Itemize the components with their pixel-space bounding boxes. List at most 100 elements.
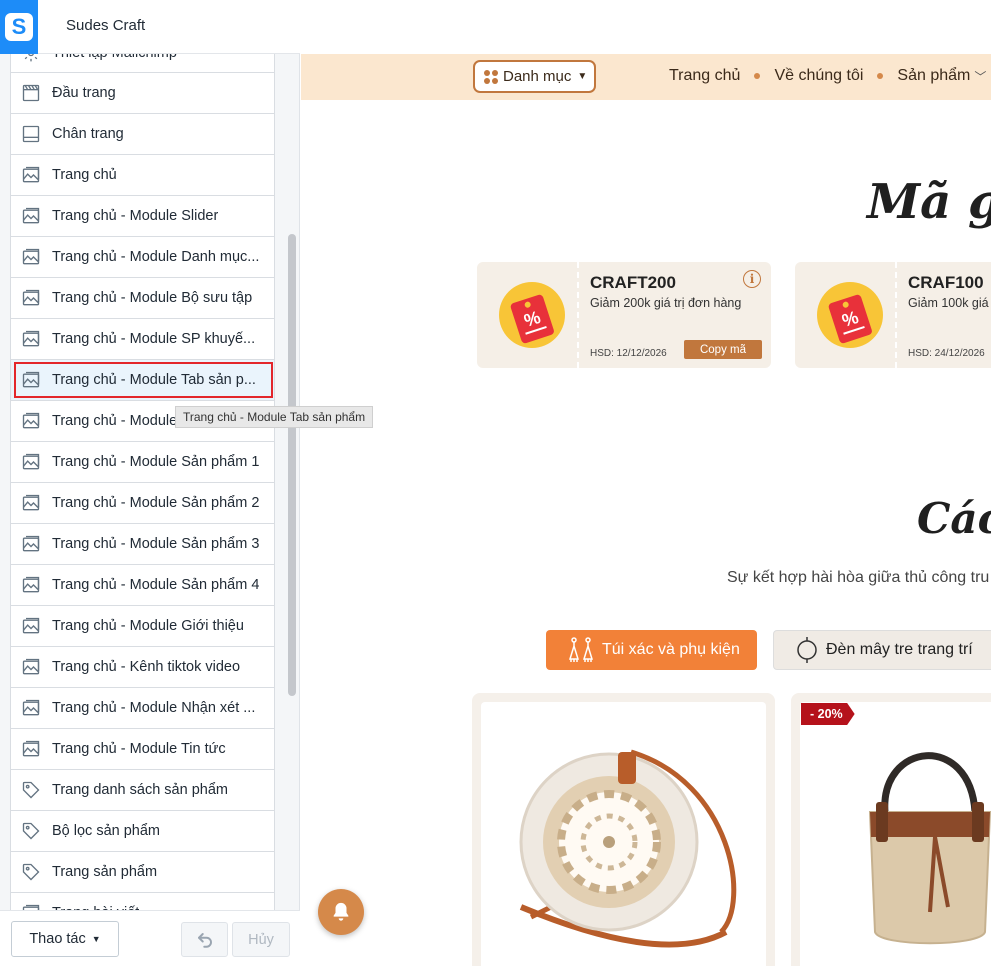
image-icon (20, 533, 42, 555)
image-icon (20, 656, 42, 678)
sidebar-item-label: Chân trang (52, 126, 124, 142)
actions-dropdown-button[interactable]: Thao tác ▼ (11, 921, 119, 957)
sidebar-item[interactable]: Đầu trang (10, 73, 275, 114)
header-layout-icon (20, 82, 42, 104)
tab-bags-accessories[interactable]: Túi xác và phụ kiện (546, 630, 757, 670)
sidebar-item[interactable]: Trang chủ - Module SP khuyế... (10, 319, 275, 360)
coupon-expiry: HSD: 12/12/2026 (590, 348, 667, 359)
tassel-earrings-icon (566, 637, 596, 663)
category-label: Danh mục (503, 68, 572, 85)
image-icon (20, 410, 42, 432)
app-root: Thiết lập MailchimpĐầu trangChân trangTr… (0, 0, 991, 966)
notification-bell-button[interactable] (318, 889, 364, 935)
sidebar-item-label: Trang chủ - Module Sản phẩm 3 (52, 536, 260, 552)
image-icon (20, 328, 42, 350)
sidebar-item-label: Trang chủ - Module Danh mục... (52, 249, 260, 265)
sidebar-item-label: Đầu trang (52, 85, 116, 101)
section-list-viewport: Thiết lập MailchimpĐầu trangChân trangTr… (10, 32, 275, 910)
sidebar-item-label: Trang danh sách sản phẩm (52, 782, 228, 798)
nav-link-about[interactable]: Về chúng tôi (774, 67, 863, 85)
image-icon (20, 492, 42, 514)
sidebar-footer: Thao tác ▼ Hủy (0, 910, 300, 966)
sidebar-item-label: Trang chủ - Module SP khuyế... (52, 331, 256, 347)
undo-button[interactable] (181, 922, 228, 957)
discount-tag-icon: % (817, 282, 883, 348)
sidebar-item[interactable]: Trang chủ - Module Sản phẩm 2 (10, 483, 275, 524)
sidebar-item[interactable]: Trang chủ - Module Sản phẩm 3 (10, 524, 275, 565)
tag-icon (20, 861, 42, 883)
image-icon (20, 246, 42, 268)
nav-link-products[interactable]: Sản phẩm (897, 67, 970, 85)
sidebar-item[interactable]: Trang chủ - Module Bộ sưu tập (10, 278, 275, 319)
sidebar-item[interactable]: Trang chủ - Module Nhận xét ... (10, 688, 275, 729)
discount-tag-icon: % (499, 282, 565, 348)
grid-dots-icon (484, 69, 498, 84)
scrollbar-thumb[interactable] (288, 234, 296, 696)
sidebar-item[interactable]: Bộ lọc sản phẩm (10, 811, 275, 852)
nav-separator-dot (877, 73, 884, 79)
product-image[interactable] (800, 702, 991, 966)
sidebar-item-label: Trang chủ - Module Giới thiệu (52, 618, 244, 634)
sidebar-item[interactable]: Trang danh sách sản phẩm (10, 770, 275, 811)
sidebar-item[interactable]: Trang chủ - Module Tab sản p... (10, 360, 275, 401)
main-navigation: Danh mục ▼ Trang chủ Về chúng tôi Sản ph… (301, 54, 991, 100)
nav-separator-dot (754, 73, 761, 79)
coupon-expiry: HSD: 24/12/2026 (908, 348, 985, 359)
sidebar-item[interactable]: Trang bài viết (10, 893, 275, 910)
category-menu-button[interactable]: Danh mục ▼ (473, 60, 596, 93)
tab-label: Đèn mây tre trang trí (826, 641, 973, 658)
image-icon (20, 451, 42, 473)
sidebar-item-label: Trang chủ - Module Nhận xét ... (52, 700, 256, 716)
image-icon (20, 738, 42, 760)
cancel-button[interactable]: Hủy (232, 922, 290, 957)
sidebar-item[interactable]: Trang chủ - Module Giới thiệu (10, 606, 275, 647)
coupon-divider (895, 262, 897, 368)
section-list: Thiết lập MailchimpĐầu trangChân trangTr… (10, 32, 275, 910)
image-icon (20, 697, 42, 719)
coupon-code: CRAF100 (908, 273, 984, 292)
sidebar-item[interactable]: Trang chủ - Kênh tiktok video (10, 647, 275, 688)
store-name: Sudes Craft (66, 17, 146, 34)
sidebar-item-label: Trang chủ - Module Sản phẩm 1 (52, 454, 260, 470)
sidebar-item[interactable]: Trang chủ - Module Sản phẩm 4 (10, 565, 275, 606)
product-section-heading: Các (917, 494, 991, 543)
sidebar-item-label: Trang chủ - Module Sản phẩm 2 (52, 495, 260, 511)
sidebar-item[interactable]: Trang chủ - Module Danh mục... (10, 237, 275, 278)
product-image[interactable] (481, 702, 766, 966)
product-card[interactable] (472, 693, 775, 966)
chevron-down-icon: ﹀ (974, 69, 987, 84)
lamp-icon (794, 636, 820, 664)
sidebar-scrollbar[interactable] (285, 56, 297, 908)
image-icon (20, 205, 42, 227)
product-card[interactable] (791, 693, 991, 966)
coupon-card: % CRAFT200 Giảm 200k giá trị đơn hàng HS… (477, 262, 771, 368)
bell-icon (333, 902, 349, 921)
tab-bamboo-lamps[interactable]: Đèn mây tre trang trí (773, 630, 991, 670)
sidebar-item[interactable]: Chân trang (10, 114, 275, 155)
app-logo[interactable]: S (0, 0, 38, 54)
tag-icon (20, 779, 42, 801)
info-icon[interactable]: i (743, 270, 761, 288)
coupon-divider (577, 262, 579, 368)
tooltip: Trang chủ - Module Tab sản phẩm (175, 406, 374, 428)
sidebar-item[interactable]: Trang sản phẩm (10, 852, 275, 893)
sidebar-item-label: Trang chủ - Module Tin tức (52, 741, 226, 757)
image-icon (20, 574, 42, 596)
sidebar-item[interactable]: Trang chủ - Module Tin tức (10, 729, 275, 770)
sidebar-item-label: Trang chủ - Module Tab sản p... (52, 372, 256, 388)
copy-code-button[interactable]: Copy mã (684, 340, 762, 359)
theme-editor-sidebar: Thiết lập MailchimpĐầu trangChân trangTr… (0, 0, 374, 966)
sidebar-item[interactable]: Trang chủ - Module Slider (10, 196, 275, 237)
sidebar-item[interactable]: Trang chủ (10, 155, 275, 196)
nav-menu: Trang chủ Về chúng tôi Sản phẩm ﹀ (669, 67, 986, 85)
sidebar-item-label: Trang chủ - Module Sản phẩm 4 (52, 577, 260, 593)
image-icon (20, 615, 42, 637)
nav-link-home[interactable]: Trang chủ (669, 67, 740, 85)
round-rattan-bag-image (519, 749, 737, 948)
store-preview: Danh mục ▼ Trang chủ Về chúng tôi Sản ph… (301, 0, 991, 966)
coupon-description: Giảm 200k giá trị đơn hàng (590, 296, 742, 310)
coupon-section-heading: Mã gi (867, 174, 991, 230)
sidebar-header: S Sudes Craft (0, 0, 300, 54)
sidebar-item[interactable]: Trang chủ - Module Sản phẩm 1 (10, 442, 275, 483)
product-section-subtitle: Sự kết hợp hài hòa giữa thủ công tru (727, 569, 990, 586)
